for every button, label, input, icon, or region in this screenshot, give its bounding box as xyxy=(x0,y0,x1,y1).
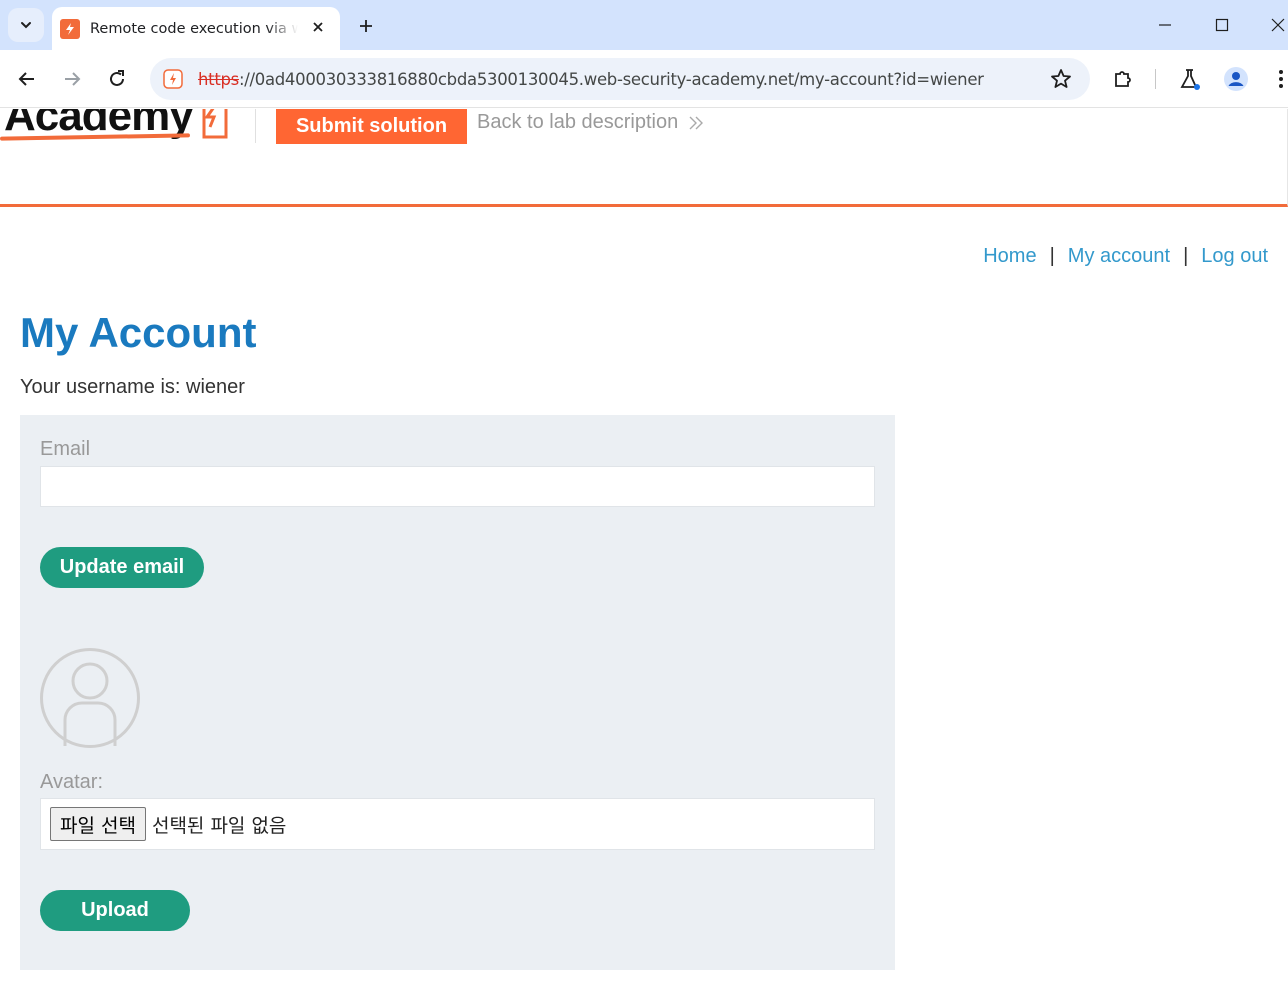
url-scheme: https xyxy=(198,69,239,89)
tab-strip: Remote code execution via web shell uplo… xyxy=(0,0,1288,50)
chevron-down-icon xyxy=(21,22,31,29)
forward-arrow-icon xyxy=(65,72,81,86)
browser-toolbar: https://0ad400030333816880cbda5300130045… xyxy=(0,50,1288,108)
top-navigation: Home | My account | Log out xyxy=(983,245,1268,268)
nav-log-out-link[interactable]: Log out xyxy=(1201,245,1268,268)
choose-file-button[interactable]: 파일 선택 xyxy=(50,807,146,841)
reload-icon xyxy=(110,70,124,86)
avatar-file-input[interactable]: 파일 선택 선택된 파일 없음 xyxy=(40,798,875,850)
double-chevron-right-icon xyxy=(688,115,704,131)
forward-button[interactable] xyxy=(57,64,87,94)
back-link-label: Back to lab description xyxy=(477,111,679,133)
back-arrow-icon xyxy=(18,72,34,86)
tab-title: Remote code execution via web shell uplo… xyxy=(90,20,298,37)
submit-solution-button[interactable]: Submit solution xyxy=(276,109,467,144)
nav-my-account-link[interactable]: My account xyxy=(1068,245,1170,268)
address-bar[interactable]: https://0ad400030333816880cbda5300130045… xyxy=(150,58,1090,100)
more-vert-icon xyxy=(1279,70,1283,88)
nav-home-link[interactable]: Home xyxy=(983,245,1036,268)
site-info-icon[interactable] xyxy=(162,68,184,90)
tab-search-button[interactable] xyxy=(8,8,44,42)
nav-separator: | xyxy=(1049,245,1055,267)
profile-button[interactable] xyxy=(1221,64,1251,94)
file-status-text: 선택된 파일 없음 xyxy=(151,814,287,837)
new-tab-button[interactable] xyxy=(352,12,380,40)
active-tab[interactable]: Remote code execution via web shell uplo… xyxy=(52,7,340,50)
extensions-icon xyxy=(1115,71,1131,87)
update-email-button[interactable]: Update email xyxy=(40,547,204,588)
logo-bolt-icon xyxy=(202,109,228,139)
email-label: Email xyxy=(40,438,91,460)
avatar-placeholder-icon xyxy=(40,648,140,748)
url-rest: ://0ad400030333816880cbda5300130045.web-… xyxy=(238,69,984,89)
minimize-button[interactable] xyxy=(1150,10,1180,40)
extensions-button[interactable] xyxy=(1108,64,1138,94)
close-window-button[interactable] xyxy=(1263,10,1288,40)
nav-separator: | xyxy=(1183,245,1189,267)
maximize-button[interactable] xyxy=(1207,10,1237,40)
close-icon xyxy=(313,22,323,32)
email-input[interactable] xyxy=(40,466,875,507)
toolbar-separator xyxy=(1155,69,1156,89)
lab-header: Academy Submit solution Back to lab desc… xyxy=(0,109,1288,207)
menu-button[interactable] xyxy=(1266,64,1288,94)
page-title: My Account xyxy=(20,309,257,356)
close-tab-button[interactable] xyxy=(308,17,328,37)
close-icon xyxy=(1271,18,1285,32)
web-page: Academy Submit solution Back to lab desc… xyxy=(0,109,1288,1005)
plus-icon xyxy=(360,20,372,32)
labs-button[interactable] xyxy=(1175,64,1205,94)
avatar-label: Avatar: xyxy=(40,771,103,793)
maximize-icon xyxy=(1215,18,1229,32)
username-text: Your username is: wiener xyxy=(20,376,245,398)
profile-icon xyxy=(1224,67,1248,91)
back-to-lab-description-link[interactable]: Back to lab description xyxy=(477,111,704,134)
portswigger-favicon-icon xyxy=(60,18,80,39)
url-text: https://0ad400030333816880cbda5300130045… xyxy=(198,70,984,89)
account-form-panel: Email Update email Avatar: 파일 선택 선택된 파일 … xyxy=(20,415,895,970)
header-divider xyxy=(255,109,256,143)
labs-flask-icon xyxy=(1180,69,1200,90)
back-button[interactable] xyxy=(12,64,42,94)
upload-button[interactable]: Upload xyxy=(40,890,190,931)
minimize-icon xyxy=(1159,24,1171,26)
star-icon[interactable] xyxy=(1050,68,1072,90)
reload-button[interactable] xyxy=(102,64,132,94)
